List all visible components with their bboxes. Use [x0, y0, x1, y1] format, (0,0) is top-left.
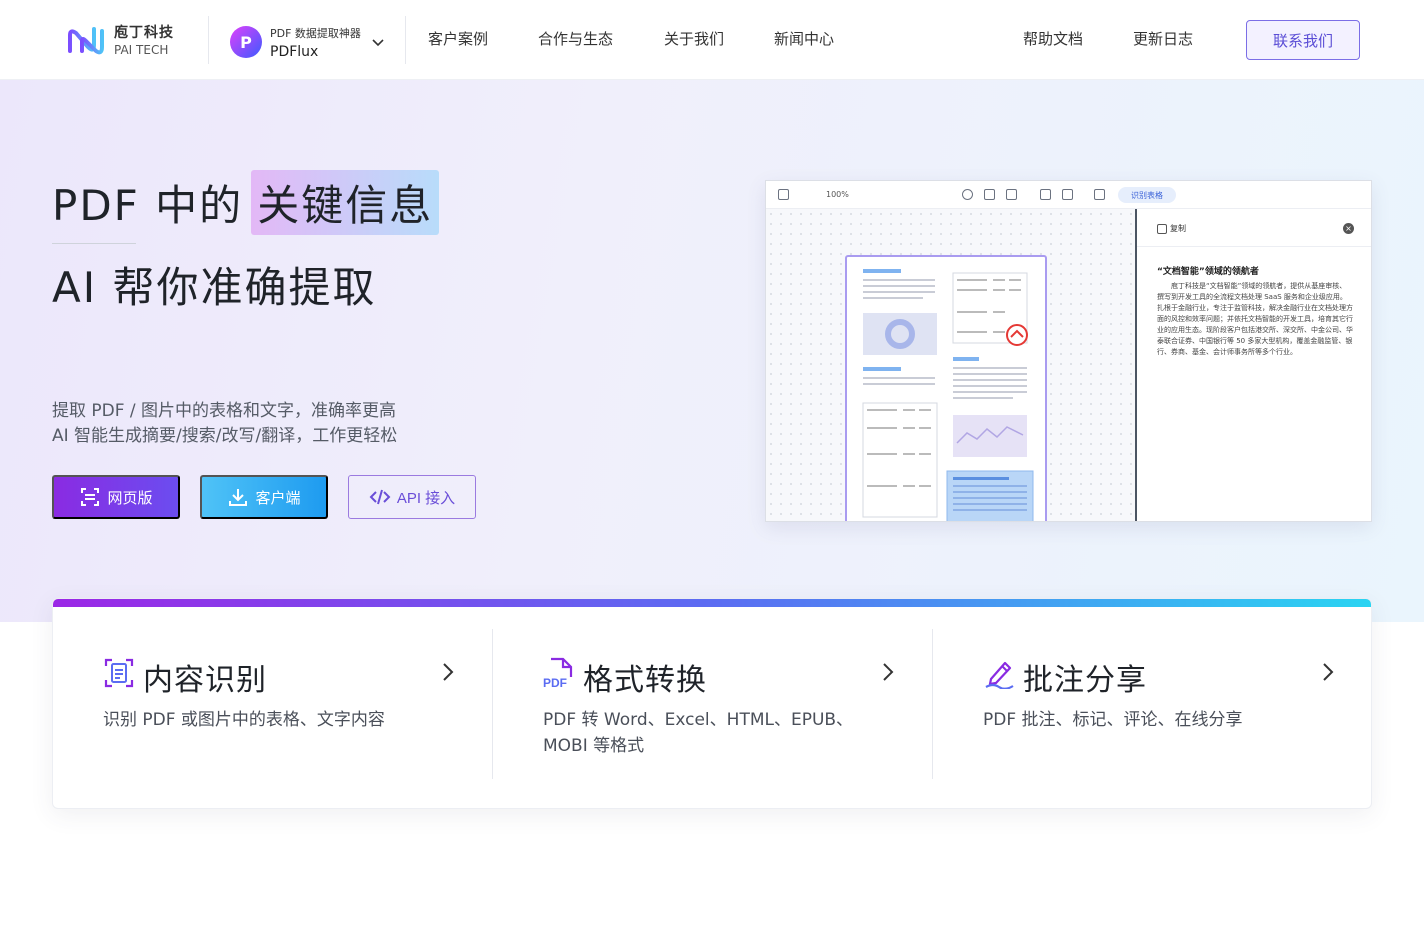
pen-annotate-icon: [985, 661, 1014, 689]
nav-link-help[interactable]: 帮助文档: [1023, 28, 1083, 49]
nav-link-changelog[interactable]: 更新日志: [1133, 28, 1193, 49]
result-body-text: 庖丁科技是“文档智能”领域的领航者，提供从基座审核、撰写到开发工具的全流程文档处…: [1157, 282, 1353, 356]
product-tagline: PDF 数据提取神器: [270, 26, 361, 40]
hero-title-line1: PDF 中的 关键信息: [52, 170, 440, 235]
hero-subtitle-1: 提取 PDF / 图片中的表格和文字，准确率更高: [52, 401, 397, 421]
hero-title-underline: [52, 243, 136, 244]
api-access-button[interactable]: API 接入: [348, 475, 476, 519]
extract-result-panel: 复制 × “文档智能”领域的领航者 庖丁科技是“文档智能”领域的领航者，提供从基…: [1137, 209, 1371, 521]
preview-toolbar: 100% 识别表格: [766, 181, 1371, 209]
nav-link-ecosystem[interactable]: 合作与生态: [538, 28, 613, 49]
eye-icon: [962, 189, 973, 200]
app-preview-mockup: 100% 识别表格 复制 × “文档智能”领域的领航者 庖丁科技是“文档智能”领…: [765, 180, 1372, 522]
pai-logo-icon: [68, 27, 104, 55]
feature-title: 内容识别: [143, 663, 267, 698]
folder-icon: [778, 189, 789, 200]
close-icon: ×: [1343, 223, 1354, 234]
hero-subtitle-2: AI 智能生成摘要/搜索/改写/翻译，工作更轻松: [52, 426, 398, 446]
desktop-client-button[interactable]: 客户端: [200, 475, 328, 519]
desktop-client-label: 客户端: [255, 489, 301, 507]
hero-title-line2: AI 帮你准确提取: [52, 263, 377, 312]
feature-title: 批注分享: [1023, 663, 1147, 698]
chevron-right-icon: [443, 663, 454, 681]
document-page-thumbnail: [845, 255, 1047, 521]
result-title: “文档智能”领域的领航者: [1157, 267, 1259, 277]
nav-link-cases[interactable]: 客户案例: [428, 28, 488, 49]
api-access-label: API 接入: [396, 489, 456, 507]
web-version-label: 网页版: [107, 489, 153, 507]
hero-title-highlight: 关键信息: [251, 170, 440, 235]
feature-desc: PDF 批注、标记、评论、在线分享: [983, 710, 1243, 730]
features-panel: 内容识别 识别 PDF 或图片中的表格、文字内容 PDF 格式转换 PDF 转 …: [52, 598, 1372, 809]
feature-desc: 识别 PDF 或图片中的表格、文字内容: [103, 710, 385, 730]
preview-canvas: [766, 209, 1135, 521]
nav-link-news[interactable]: 新闻中心: [774, 28, 834, 49]
svg-text:PDF: PDF: [543, 676, 567, 689]
page-content-illustration: [862, 269, 1034, 521]
nav-divider: [405, 16, 406, 64]
chevron-down-icon: [372, 39, 384, 47]
logo-en-text: PAI TECH: [114, 43, 169, 57]
web-version-button[interactable]: 网页版: [52, 475, 180, 519]
code-icon: [369, 489, 391, 505]
features-gradient-bar: [53, 599, 1371, 607]
feature-card-annotation[interactable]: 批注分享 PDF 批注、标记、评论、在线分享: [933, 607, 1371, 808]
feature-card-recognition[interactable]: 内容识别 识别 PDF 或图片中的表格、文字内容: [53, 607, 493, 808]
product-name: PDFlux: [270, 43, 319, 60]
feature-card-conversion[interactable]: PDF 格式转换 PDF 转 Word、Excel、HTML、EPUB、MOBI…: [493, 607, 933, 808]
top-nav: 庖丁科技 PAI TECH P PDF 数据提取神器 PDFlux 客户案例 合…: [0, 0, 1424, 80]
zoom-level: 100%: [826, 190, 849, 199]
contact-us-button[interactable]: 联系我们: [1246, 20, 1360, 60]
nav-link-about[interactable]: 关于我们: [664, 28, 724, 49]
crop-icon: [1006, 189, 1017, 200]
company-logo[interactable]: 庖丁科技 PAI TECH: [66, 20, 206, 62]
nav-divider: [208, 16, 209, 64]
list-icon: [1062, 189, 1073, 200]
copy-label: 复制: [1170, 224, 1186, 233]
chevron-right-icon: [883, 663, 894, 681]
chevron-right-icon: [1323, 663, 1334, 681]
hero-title-prefix: PDF 中的: [52, 181, 244, 230]
camera-icon: [1040, 189, 1051, 200]
logo-cn-text: 庖丁科技: [114, 25, 174, 41]
pdflux-logo-icon: P: [230, 26, 262, 58]
result-panel-header: 复制 ×: [1137, 209, 1371, 247]
select-icon: [984, 189, 995, 200]
feature-desc: PDF 转 Word、Excel、HTML、EPUB、MOBI 等格式: [543, 710, 854, 756]
feature-title: 格式转换: [583, 663, 707, 698]
pdf-file-icon: PDF: [543, 657, 573, 689]
copy-icon: [1157, 223, 1167, 234]
product-switcher[interactable]: P PDF 数据提取神器 PDFlux: [230, 22, 390, 62]
scan-icon: [81, 488, 100, 506]
copy-button: 复制: [1157, 223, 1186, 234]
download-icon: [229, 489, 248, 506]
focus-icon: [1094, 189, 1105, 200]
scan-doc-icon: [104, 658, 134, 688]
recognize-table-tag: 识别表格: [1118, 187, 1176, 203]
